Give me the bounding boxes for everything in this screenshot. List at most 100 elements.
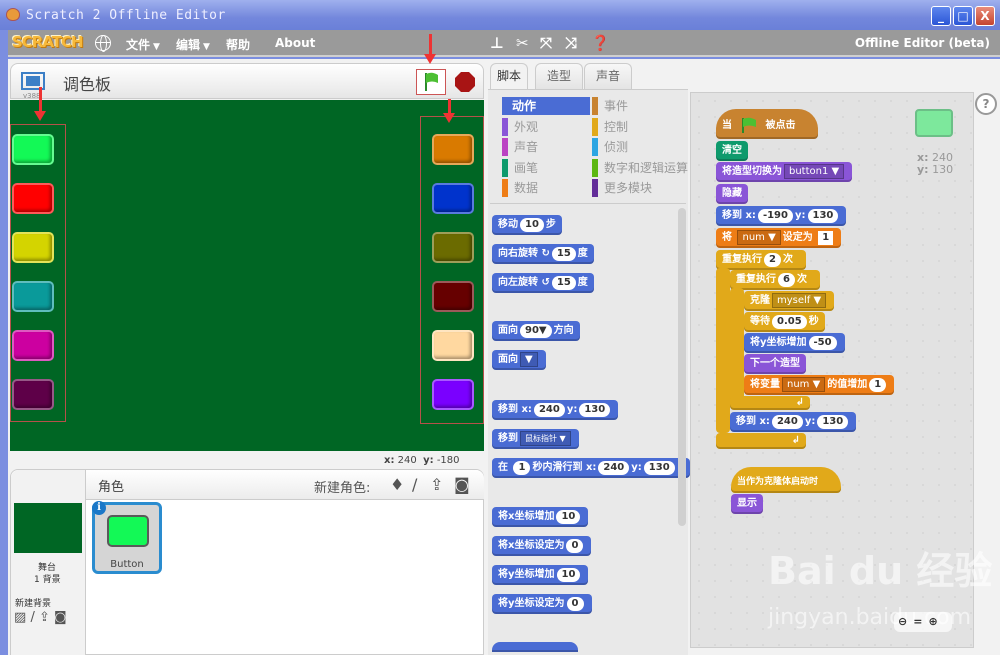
block-set-variable[interactable]: 将 num ▼ 设定为 1 (716, 228, 842, 248)
green-flag-button[interactable] (416, 69, 446, 95)
block-input[interactable]: 10 (556, 510, 581, 524)
block-input[interactable]: 130 (643, 461, 675, 475)
backdrop-library-icon[interactable]: ▨ (14, 610, 26, 625)
block-create-clone[interactable]: 克隆 myself ▼ (744, 291, 835, 311)
block-dropdown[interactable]: myself ▼ (772, 293, 827, 308)
block-input[interactable]: 1 (513, 461, 531, 475)
block-input[interactable]: 240 (598, 461, 630, 475)
zoom-in-button[interactable]: ⊕ (928, 615, 943, 628)
tab-sounds[interactable]: 声音 (584, 63, 632, 89)
block-goto-xy[interactable]: 移到 x: 240 y: 130 (492, 400, 619, 420)
block-goto[interactable]: 移到 鼠标指针 ▼ (492, 429, 579, 449)
block-input[interactable]: 15 (551, 247, 576, 261)
block-dropdown[interactable]: 90▼ (520, 324, 552, 338)
category-right-5[interactable]: 更多模块 (592, 179, 652, 197)
block-set-y[interactable]: 将y坐标设定为 0 (492, 594, 592, 614)
menu-file[interactable]: 文件 ▼ (126, 36, 160, 53)
block-when-start-as-clone[interactable]: 当作为克隆体启动时 (731, 467, 841, 493)
block-dropdown[interactable]: num ▼ (782, 377, 826, 392)
minimize-button[interactable]: _ (931, 6, 951, 26)
category-left-5[interactable]: 数据 (502, 179, 538, 197)
block-dropdown[interactable]: button1 ▼ (784, 164, 845, 179)
block-change-x[interactable]: 将x坐标增加 10 (492, 507, 589, 527)
block-input[interactable]: 6 (778, 273, 795, 287)
color-button-left-6[interactable] (12, 379, 54, 410)
upload-icon[interactable]: ⇪ (39, 610, 50, 625)
color-button-right-6[interactable] (432, 379, 474, 410)
grow-icon[interactable]: ⤧ (540, 34, 552, 52)
block-point-towards[interactable]: 面向 ▼ (492, 350, 546, 370)
block-input[interactable]: 130 (579, 403, 611, 417)
stage-canvas[interactable] (10, 100, 484, 451)
color-button-left-3[interactable] (12, 232, 54, 263)
block-input[interactable]: 240 (771, 415, 803, 429)
block-goto-xy-2[interactable]: 移到 x: 240 y: 130 (730, 412, 857, 432)
block-when-flag-clicked[interactable]: 当 被点击 (716, 109, 818, 139)
block-dropdown[interactable]: num ▼ (737, 230, 781, 245)
block-clear[interactable]: 清空 (716, 141, 748, 161)
zoom-reset-button[interactable]: = (913, 615, 928, 628)
color-button-left-1[interactable] (12, 134, 54, 165)
duplicate-stamp-icon[interactable]: ⊥ (490, 34, 504, 52)
category-left-1[interactable]: 动作 (502, 97, 590, 115)
category-left-4[interactable]: 画笔 (502, 158, 538, 177)
sprite-library-icon[interactable]: ♦ (390, 475, 404, 494)
zoom-out-button[interactable]: ⊖ (898, 615, 913, 628)
maximize-button[interactable]: □ (953, 6, 973, 26)
help-tips-button[interactable]: ? (975, 93, 997, 115)
tab-costumes[interactable]: 造型 (535, 63, 583, 89)
block-input[interactable]: 2 (764, 253, 781, 267)
block-change-y[interactable]: 将y坐标增加 10 (492, 565, 589, 585)
paint-brush-icon[interactable]: / (412, 475, 417, 494)
block-dropdown[interactable]: ▼ (520, 352, 538, 367)
block-input[interactable]: 1 (869, 378, 887, 392)
block-change-y[interactable]: 将y坐标增加 -50 (744, 333, 845, 353)
block-repeat-outer[interactable]: 重复执行 2 次 (716, 250, 806, 270)
color-button-left-2[interactable] (12, 183, 54, 214)
block-switch-costume[interactable]: 将造型切换为 button1 ▼ (716, 162, 853, 182)
block-input[interactable]: -50 (808, 336, 837, 350)
help-icon[interactable]: ❓ (591, 34, 610, 52)
stage-thumbnail[interactable] (14, 503, 82, 553)
scratch-logo[interactable]: SCRATCH (12, 33, 84, 51)
color-button-left-5[interactable] (12, 330, 54, 361)
block-turn-left[interactable]: 向左旋转 ↺ 15 度 (492, 273, 594, 293)
block-change-variable[interactable]: 将变量 num ▼ 的值增加 1 (744, 375, 895, 395)
stop-button[interactable] (455, 72, 475, 92)
block-input[interactable]: 10 (520, 218, 544, 232)
category-right-4[interactable]: 数字和逻辑运算 (592, 158, 688, 177)
category-left-2[interactable]: 外观 (502, 117, 538, 136)
menu-about[interactable]: About (275, 36, 315, 50)
block-glide[interactable]: 在 1 秒内滑行到 x: 240 y: 130 (492, 458, 690, 478)
project-title[interactable]: 调色板 (63, 71, 111, 95)
category-right-3[interactable]: 侦测 (592, 138, 628, 156)
block-show[interactable]: 显示 (731, 494, 763, 514)
block-repeat-inner[interactable]: 重复执行 6 次 (730, 270, 820, 290)
category-left-3[interactable]: 声音 (502, 138, 538, 156)
shrink-icon[interactable]: ⤨ (565, 34, 577, 52)
menu-help[interactable]: 帮助 (226, 36, 250, 53)
block-input[interactable]: -190 (757, 209, 793, 223)
block-point-direction[interactable]: 面向 90▼ 方向 (492, 321, 580, 341)
block-input[interactable]: 130 (807, 209, 839, 223)
close-button[interactable]: X (975, 6, 995, 26)
camera-icon[interactable]: ◙ (454, 475, 470, 494)
block-partial[interactable] (492, 642, 578, 652)
info-icon[interactable]: i (92, 501, 106, 515)
block-input[interactable]: 0 (566, 597, 584, 611)
block-input[interactable]: 240 (533, 403, 565, 417)
color-button-right-5[interactable] (432, 330, 474, 361)
block-set-x[interactable]: 将x坐标设定为 0 (492, 536, 592, 556)
block-wait[interactable]: 等待 0.05 秒 (744, 312, 825, 332)
menu-edit[interactable]: 编辑 ▼ (176, 36, 210, 53)
category-right-2[interactable]: 控制 (592, 117, 628, 136)
paint-brush-icon[interactable]: / (30, 610, 34, 625)
block-hide[interactable]: 隐藏 (716, 184, 748, 204)
block-input[interactable]: 130 (817, 415, 849, 429)
block-move[interactable]: 移动 10 步 (492, 215, 562, 235)
color-button-right-3[interactable] (432, 232, 474, 263)
block-input[interactable]: 1 (818, 231, 834, 245)
tab-scripts[interactable]: 脚本 (490, 63, 528, 90)
color-button-right-1[interactable] (432, 134, 474, 165)
block-next-costume[interactable]: 下一个造型 (744, 354, 806, 374)
